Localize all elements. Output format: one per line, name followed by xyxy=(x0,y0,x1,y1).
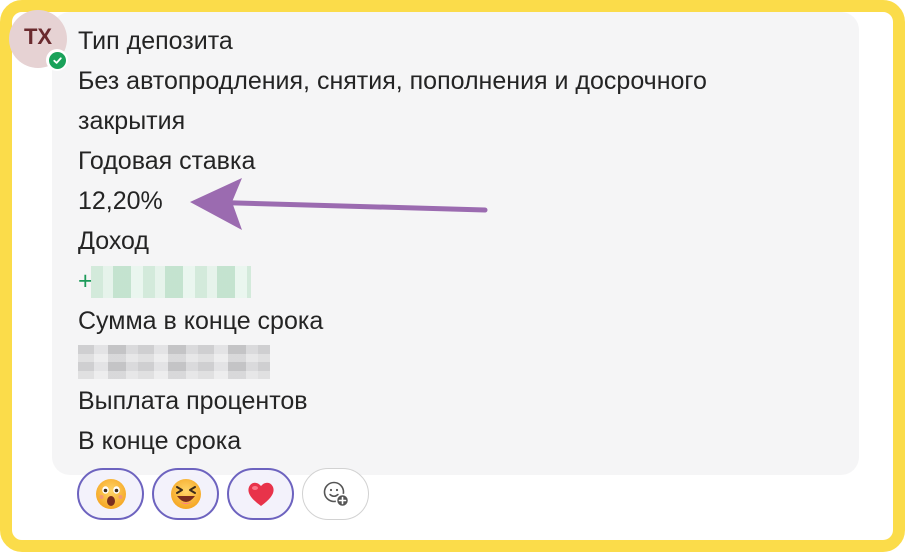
final-sum-redacted xyxy=(78,345,270,380)
interest-payout-label: Выплата процентов xyxy=(78,387,308,415)
income-amount-redacted xyxy=(90,266,251,299)
avatar-initials: TX xyxy=(23,24,53,49)
reaction-bar xyxy=(77,468,369,520)
reaction-laughing-button[interactable] xyxy=(152,468,219,520)
add-reaction-button[interactable] xyxy=(302,468,369,520)
interest-payout-value: В конце срока xyxy=(78,427,242,455)
final-sum-value xyxy=(78,341,838,381)
checkmark-icon xyxy=(52,56,62,64)
deposit-type-value: Без автопродления, снятия, пополнения и … xyxy=(78,67,707,95)
laughing-face-icon xyxy=(170,479,201,509)
deposit-type-label: Тип депозита xyxy=(78,27,233,55)
online-status-icon xyxy=(46,49,68,71)
red-heart-icon xyxy=(247,482,274,506)
deposit-type-value-continued: закрытия xyxy=(78,107,186,135)
final-sum-label: Сумма в конце срока xyxy=(78,307,324,335)
message-text: Тип депозита Без автопродления, снятия, … xyxy=(78,21,838,461)
income-value: + xyxy=(78,261,838,301)
annotation-arrow-icon xyxy=(190,178,488,230)
reaction-astonished-button[interactable] xyxy=(77,468,144,520)
add-reaction-icon xyxy=(323,481,349,508)
astonished-face-icon xyxy=(95,479,126,509)
reaction-heart-button[interactable] xyxy=(227,468,294,520)
